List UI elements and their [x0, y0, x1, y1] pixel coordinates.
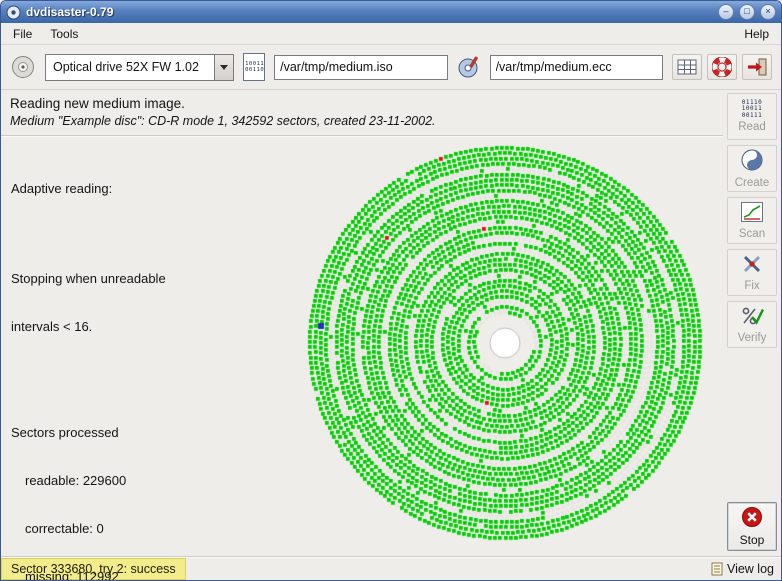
- main-area: Reading new medium image. Medium "Exampl…: [1, 90, 723, 556]
- stopping-line1: Stopping when unreadable: [11, 271, 166, 287]
- menu-help[interactable]: Help: [735, 24, 778, 44]
- image-file-icon: 10011 00110: [243, 53, 265, 81]
- maximize-icon[interactable]: □: [739, 4, 755, 20]
- drive-select[interactable]: Optical drive 52X FW 1.02: [45, 54, 234, 81]
- ecc-file-input[interactable]: [490, 55, 663, 80]
- preferences-button[interactable]: [672, 54, 702, 80]
- quit-button[interactable]: [742, 54, 772, 80]
- chevron-down-icon[interactable]: [214, 55, 233, 80]
- verify-button[interactable]: Verify: [727, 301, 777, 348]
- app-window: dvdisaster-0.79 – □ × File Tools Help Op…: [0, 0, 782, 581]
- drive-select-value: Optical drive 52X FW 1.02: [46, 55, 214, 80]
- log-file-icon: [711, 562, 723, 576]
- status-head: Reading new medium image. Medium "Exampl…: [1, 90, 723, 132]
- view-log-button[interactable]: View log: [711, 562, 774, 576]
- scan-button[interactable]: Scan: [727, 197, 777, 244]
- create-label: Create: [735, 177, 770, 189]
- stop-icon: [741, 506, 763, 531]
- fix-button[interactable]: Fix: [727, 249, 777, 296]
- iso-file-input[interactable]: [274, 55, 447, 80]
- window-title: dvdisaster-0.79: [26, 5, 713, 19]
- menu-tools[interactable]: Tools: [41, 24, 87, 44]
- exit-door-icon: [746, 57, 768, 77]
- lifesaver-icon: [712, 57, 732, 77]
- create-button[interactable]: Create: [727, 145, 777, 192]
- fix-label: Fix: [744, 280, 759, 292]
- minimize-icon[interactable]: –: [718, 4, 734, 20]
- missing-count: missing: 112992: [11, 569, 166, 581]
- scan-chart-icon: [740, 201, 764, 226]
- readable-count: readable: 229600: [11, 473, 166, 489]
- sectors-title: Sectors processed: [11, 425, 166, 441]
- close-icon[interactable]: ×: [760, 4, 776, 20]
- read-button[interactable]: 01110 10011 00111 Read: [727, 93, 777, 140]
- read-label: Read: [738, 121, 766, 133]
- toolbar: Optical drive 52X FW 1.02 10011 00110: [1, 45, 781, 90]
- app-icon: [6, 5, 21, 20]
- reading-stats-panel: Adaptive reading: Stopping when unreadab…: [11, 149, 166, 581]
- checkmark-percent-icon: [740, 305, 764, 330]
- menu-file[interactable]: File: [4, 24, 41, 44]
- disc-visualization: [301, 137, 709, 549]
- toolbar-right-group: [672, 54, 772, 80]
- drive-icon: [10, 54, 36, 80]
- help-button[interactable]: [707, 54, 737, 80]
- stop-button[interactable]: Stop: [727, 502, 777, 551]
- stop-label: Stop: [740, 533, 765, 547]
- yin-yang-icon: [740, 148, 764, 175]
- adaptive-title: Adaptive reading:: [11, 181, 166, 197]
- scan-label: Scan: [739, 228, 765, 240]
- view-log-label: View log: [727, 562, 774, 576]
- verify-label: Verify: [738, 332, 767, 344]
- menubar: File Tools Help: [1, 23, 781, 45]
- body: Reading new medium image. Medium "Exampl…: [1, 90, 781, 556]
- ecc-file-icon: [457, 54, 481, 80]
- titlebar: dvdisaster-0.79 – □ ×: [1, 1, 781, 23]
- stopping-line2: intervals < 16.: [11, 319, 166, 335]
- sidebar: 01110 10011 00111 Read Create: [723, 90, 781, 556]
- medium-info-line: Medium "Example disc": CD-R mode 1, 3425…: [10, 114, 714, 128]
- status-line1: Reading new medium image.: [10, 96, 714, 111]
- disc-wrap: [301, 137, 709, 552]
- table-icon: [677, 59, 697, 75]
- correctable-count: correctable: 0: [11, 521, 166, 537]
- content: Adaptive reading: Stopping when unreadab…: [1, 137, 723, 556]
- binary-read-icon: 01110 10011 00111: [742, 100, 763, 120]
- tools-icon: [740, 253, 764, 278]
